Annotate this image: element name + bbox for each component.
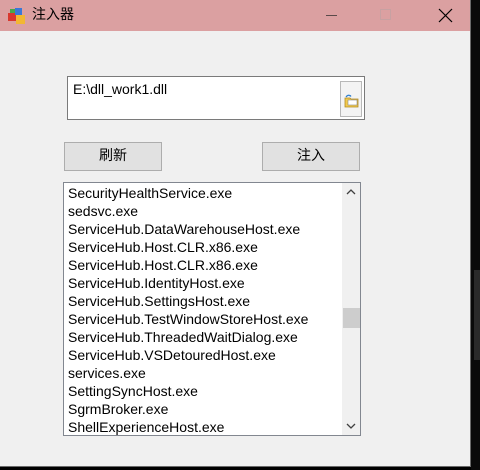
maximize-icon <box>380 9 391 20</box>
list-item[interactable]: ShellExperienceHost.exe <box>68 418 338 435</box>
list-item[interactable]: ServiceHub.SettingsHost.exe <box>68 292 338 310</box>
scroll-thumb[interactable] <box>343 308 360 328</box>
list-item[interactable]: ServiceHub.Host.CLR.x86.exe <box>68 238 338 256</box>
list-item[interactable]: services.exe <box>68 364 338 382</box>
window-title: 注入器 <box>32 7 74 23</box>
close-button[interactable] <box>420 0 466 31</box>
scroll-up-button[interactable] <box>342 183 360 201</box>
list-item[interactable]: SgrmBroker.exe <box>68 400 338 418</box>
list-item[interactable]: ServiceHub.Host.CLR.x86.exe <box>68 256 338 274</box>
list-item[interactable]: ServiceHub.IdentityHost.exe <box>68 274 338 292</box>
maximize-button[interactable] <box>362 0 408 31</box>
close-icon <box>438 8 453 23</box>
browse-button[interactable] <box>340 81 362 117</box>
list-item[interactable]: ServiceHub.ThreadedWaitDialog.exe <box>68 328 338 346</box>
minimize-button[interactable] <box>309 0 355 31</box>
chevron-up-icon <box>346 189 356 195</box>
list-item[interactable]: SettingSyncHost.exe <box>68 382 338 400</box>
minimize-icon <box>326 15 337 16</box>
open-folder-icon <box>344 94 359 108</box>
desktop-background <box>471 0 480 470</box>
title-bar[interactable]: 注入器 <box>0 0 470 31</box>
injector-window: 注入器 E:\dll_work1.dll 刷新 注入 SecurityHealt… <box>0 0 471 467</box>
list-item[interactable]: ServiceHub.VSDetouredHost.exe <box>68 346 338 364</box>
list-item[interactable]: sedsvc.exe <box>68 202 338 220</box>
dll-path-value: E:\dll_work1.dll <box>73 81 168 97</box>
refresh-button[interactable]: 刷新 <box>64 142 162 171</box>
inject-button[interactable]: 注入 <box>262 142 360 171</box>
desktop-background-stripe <box>474 270 480 360</box>
process-list-scrollbar[interactable] <box>342 183 360 435</box>
dll-path-field[interactable]: E:\dll_work1.dll <box>67 76 365 120</box>
process-list-items: SecurityHealthService.exe sedsvc.exe Servi… <box>68 184 338 435</box>
scroll-down-button[interactable] <box>342 417 360 435</box>
process-list[interactable]: SecurityHealthService.exe sedsvc.exe Servi… <box>63 182 361 436</box>
app-icon <box>8 8 25 24</box>
list-item[interactable]: ServiceHub.DataWarehouseHost.exe <box>68 220 338 238</box>
list-item[interactable]: SecurityHealthService.exe <box>68 184 338 202</box>
list-item[interactable]: ServiceHub.TestWindowStoreHost.exe <box>68 310 338 328</box>
chevron-down-icon <box>346 423 356 429</box>
